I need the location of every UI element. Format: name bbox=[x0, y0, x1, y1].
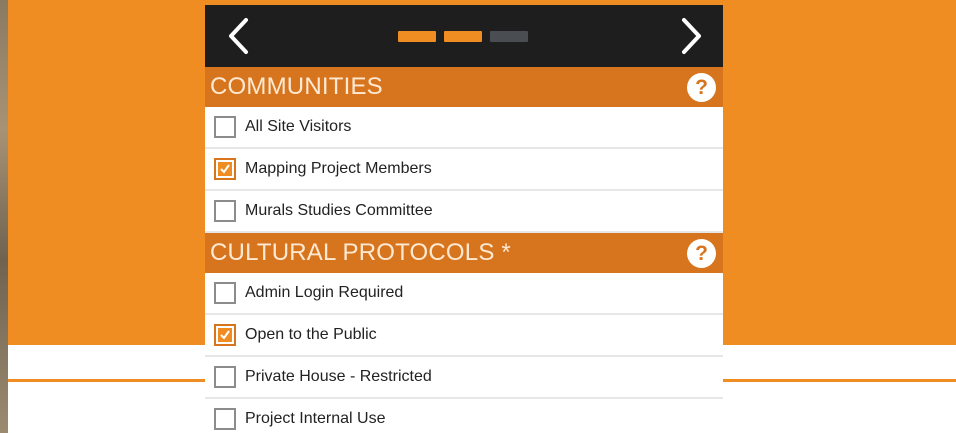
checkbox-row[interactable]: All Site Visitors bbox=[205, 107, 723, 149]
chevron-left-icon bbox=[229, 18, 248, 54]
progress-step-1 bbox=[398, 31, 436, 42]
communities-header: COMMUNITIES ? bbox=[205, 67, 723, 107]
checkbox-label: Private House - Restricted bbox=[245, 368, 432, 385]
checkbox-row[interactable]: Mapping Project Members bbox=[205, 149, 723, 191]
background-photo-edge bbox=[0, 0, 8, 433]
cultural-protocols-title: CULTURAL PROTOCOLS * bbox=[210, 239, 511, 266]
form-panel: COMMUNITIES ? All Site Visitors Mapping P… bbox=[205, 5, 723, 433]
checkbox-unchecked[interactable] bbox=[214, 200, 236, 222]
help-icon[interactable]: ? bbox=[687, 73, 716, 102]
checkbox-checked[interactable] bbox=[214, 158, 236, 180]
help-icon[interactable]: ? bbox=[687, 239, 716, 268]
communities-list: All Site Visitors Mapping Project Members… bbox=[205, 107, 723, 233]
prev-button[interactable] bbox=[213, 5, 263, 67]
checkbox-checked[interactable] bbox=[214, 324, 236, 346]
checkmark-icon bbox=[218, 162, 232, 176]
checkbox-label: All Site Visitors bbox=[245, 118, 352, 135]
checkbox-label: Admin Login Required bbox=[245, 284, 404, 301]
checkbox-unchecked[interactable] bbox=[214, 408, 236, 430]
checkbox-row[interactable]: Open to the Public bbox=[205, 315, 723, 357]
checkbox-label: Open to the Public bbox=[245, 326, 377, 343]
top-nav-bar bbox=[205, 5, 723, 67]
progress-step-2 bbox=[444, 31, 482, 42]
cultural-protocols-list: Admin Login Required Open to the Public Pr… bbox=[205, 273, 723, 433]
chevron-right-icon bbox=[682, 18, 701, 54]
checkbox-row[interactable]: Murals Studies Committee bbox=[205, 191, 723, 233]
checkbox-unchecked[interactable] bbox=[214, 366, 236, 388]
checkbox-label: Murals Studies Committee bbox=[245, 202, 433, 219]
progress-step-3 bbox=[490, 31, 528, 42]
checkbox-unchecked[interactable] bbox=[214, 116, 236, 138]
communities-title: COMMUNITIES bbox=[210, 73, 383, 100]
checkbox-label: Project Internal Use bbox=[245, 410, 386, 427]
checkbox-unchecked[interactable] bbox=[214, 282, 236, 304]
checkbox-row[interactable]: Project Internal Use bbox=[205, 399, 723, 433]
checkmark-icon bbox=[218, 328, 232, 342]
step-progress bbox=[398, 31, 528, 42]
checkbox-row[interactable]: Private House - Restricted bbox=[205, 357, 723, 399]
checkbox-label: Mapping Project Members bbox=[245, 160, 432, 177]
next-button[interactable] bbox=[667, 5, 717, 67]
checkbox-row[interactable]: Admin Login Required bbox=[205, 273, 723, 315]
cultural-protocols-header: CULTURAL PROTOCOLS * ? bbox=[205, 233, 723, 273]
